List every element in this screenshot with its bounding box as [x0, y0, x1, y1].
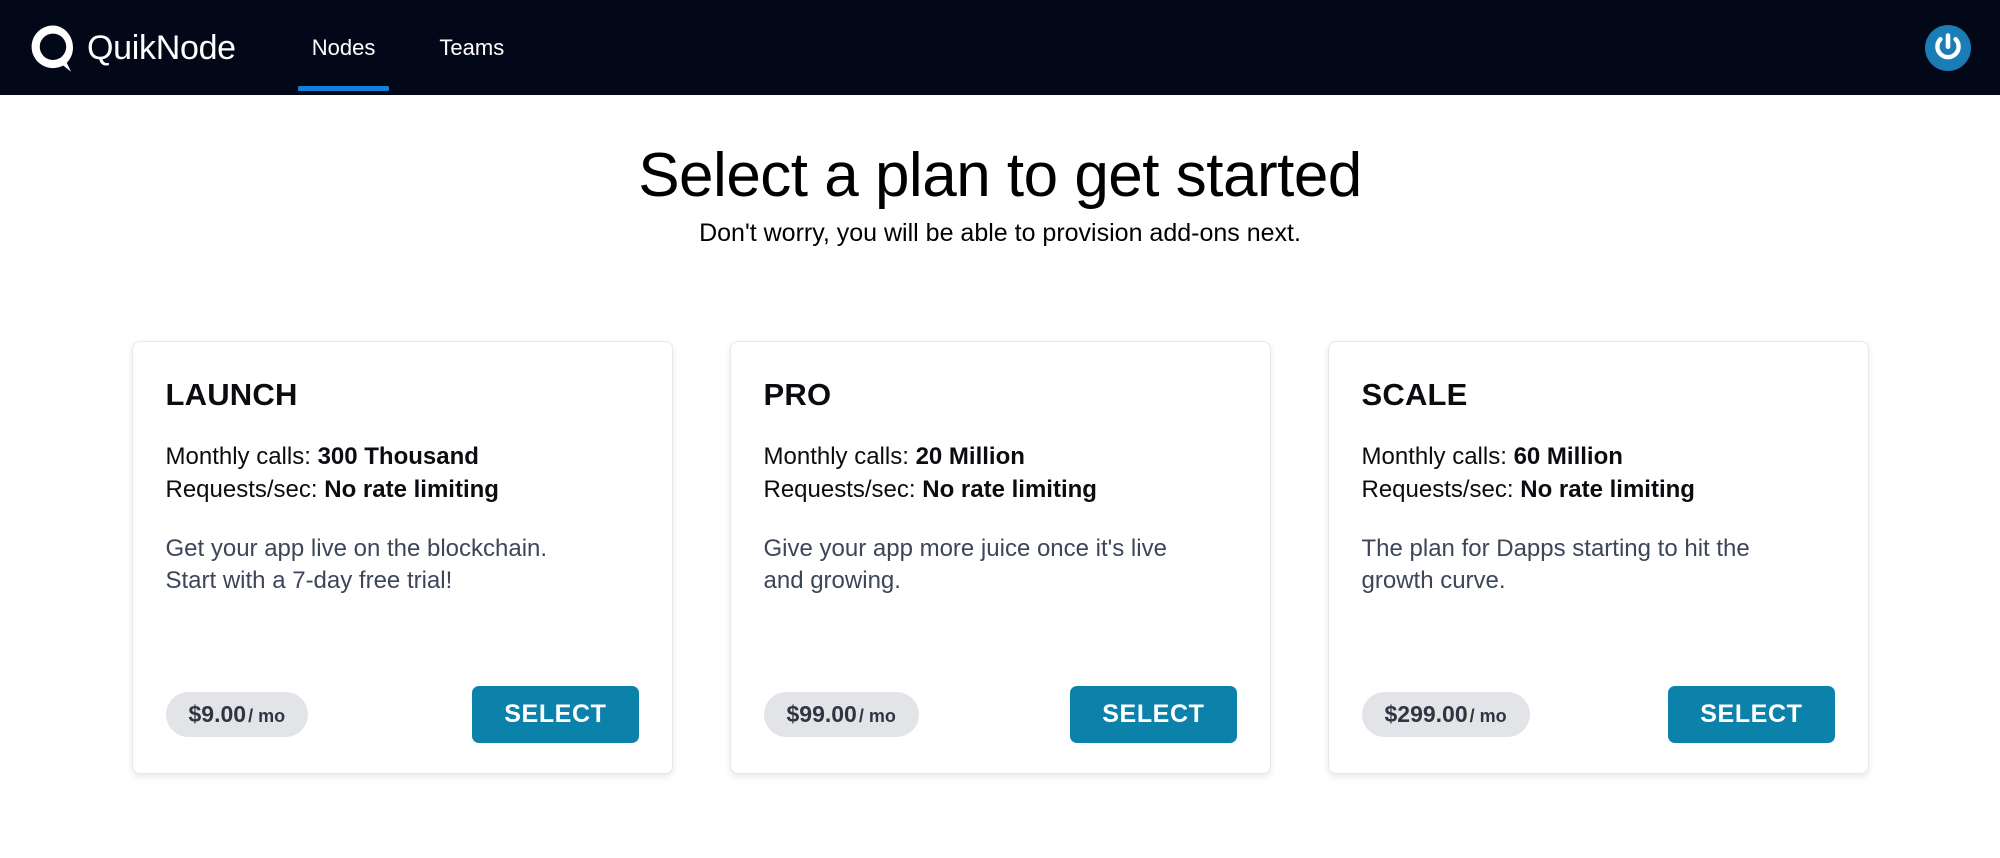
plan-spec-requests-label: Requests/sec:	[165, 476, 325, 504]
page-header: Select a plan to get started Don't worry…	[0, 95, 2000, 250]
plan-spec-requests-label: Requests/sec:	[763, 476, 923, 504]
plan-spec-requests-per-sec: Requests/sec: No rate limiting	[1362, 473, 1835, 506]
plan-price-period: / mo	[1469, 705, 1507, 726]
nav-right-group	[1924, 0, 1972, 95]
plan-spec-monthly-calls-label: Monthly calls:	[763, 442, 916, 470]
page-title: Select a plan to get started	[638, 141, 1362, 210]
plan-card-list: LAUNCH Monthly calls: 300 Thousand Reque…	[131, 250, 1869, 774]
select-plan-button[interactable]: SELECT	[1070, 685, 1237, 743]
plan-spec-requests-value: No rate limiting	[324, 476, 499, 504]
select-plan-button[interactable]: SELECT	[472, 685, 639, 743]
plan-price-period: / mo	[248, 705, 286, 726]
plan-name: LAUNCH	[165, 376, 298, 412]
plan-footer: $9.00/ mo SELECT	[165, 648, 639, 743]
plan-card-pro[interactable]: PRO Monthly calls: 20 Million Requests/s…	[729, 340, 1271, 774]
plan-card-scale[interactable]: SCALE Monthly calls: 60 Million Requests…	[1327, 340, 1869, 774]
plan-spec-requests-per-sec: Requests/sec: No rate limiting	[764, 473, 1237, 506]
gravatar-avatar-icon[interactable]	[1924, 24, 1972, 72]
plan-price-badge: $99.00/ mo	[763, 691, 919, 737]
plan-footer: $99.00/ mo SELECT	[763, 648, 1237, 743]
plan-price-amount: $99.00	[786, 700, 857, 727]
plan-price-badge: $9.00/ mo	[165, 691, 309, 737]
page-subtitle: Don't worry, you will be able to provisi…	[699, 219, 1301, 248]
plan-spec-monthly-calls-label: Monthly calls:	[1361, 442, 1514, 470]
quiknode-q-logo-icon	[28, 22, 80, 74]
plan-spec-monthly-calls-value: 60 Million	[1513, 442, 1623, 470]
plan-spec-monthly-calls: Monthly calls: 60 Million	[1362, 440, 1835, 473]
top-navigation-bar: QuikNode Nodes Teams	[0, 0, 2000, 95]
plan-spec-monthly-calls-value: 300 Thousand	[317, 442, 479, 470]
plan-price-amount: $299.00	[1384, 700, 1468, 727]
brand-name: QuikNode	[87, 28, 236, 67]
plan-name: SCALE	[1361, 376, 1468, 412]
plan-spec-monthly-calls-label: Monthly calls:	[165, 442, 318, 470]
plan-spec-requests-per-sec: Requests/sec: No rate limiting	[166, 473, 639, 506]
plan-spec-requests-label: Requests/sec:	[1361, 476, 1521, 504]
nav-item-teams-label: Teams	[439, 34, 505, 60]
plan-description: Give your app more juice once it's live …	[763, 535, 1167, 595]
plan-description: The plan for Dapps starting to hit the g…	[1361, 535, 1750, 595]
plan-specs: Monthly calls: 60 Million Requests/sec: …	[1362, 440, 1835, 506]
nav-item-nodes[interactable]: Nodes	[280, 0, 408, 95]
plan-spec-requests-value: No rate limiting	[922, 476, 1097, 504]
plan-price-period: / mo	[858, 705, 896, 726]
plan-name: PRO	[763, 376, 832, 412]
plan-card-launch[interactable]: LAUNCH Monthly calls: 300 Thousand Reque…	[131, 340, 673, 774]
primary-nav: Nodes Teams	[280, 0, 536, 95]
plan-spec-monthly-calls: Monthly calls: 20 Million	[764, 440, 1237, 473]
plan-spec-monthly-calls: Monthly calls: 300 Thousand	[166, 440, 639, 473]
plan-spec-monthly-calls-value: 20 Million	[915, 442, 1025, 470]
plan-footer: $299.00/ mo SELECT	[1361, 648, 1835, 743]
nav-item-nodes-label: Nodes	[311, 34, 376, 60]
brand-logo-link[interactable]: QuikNode	[28, 0, 250, 95]
select-plan-button[interactable]: SELECT	[1668, 685, 1835, 743]
plan-specs: Monthly calls: 20 Million Requests/sec: …	[764, 440, 1237, 506]
plan-description: Get your app live on the blockchain. Sta…	[165, 535, 548, 595]
plan-price-badge: $299.00/ mo	[1361, 691, 1530, 737]
plan-price-amount: $9.00	[188, 700, 247, 727]
plan-specs: Monthly calls: 300 Thousand Requests/sec…	[166, 440, 639, 506]
nav-item-teams[interactable]: Teams	[407, 0, 536, 95]
plan-spec-requests-value: No rate limiting	[1520, 476, 1695, 504]
